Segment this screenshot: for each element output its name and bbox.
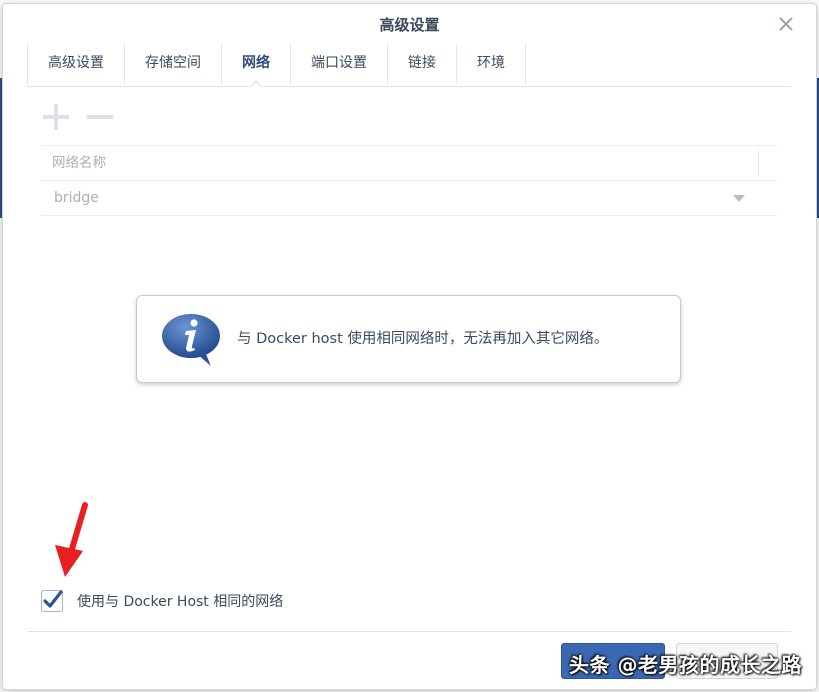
network-table: 网络名称 bridge <box>41 145 777 216</box>
add-network-button[interactable] <box>41 102 71 132</box>
tab-port-settings[interactable]: 端口设置 <box>291 44 388 84</box>
dialog-title: 高级设置 <box>379 16 440 34</box>
use-host-network-option: 使用与 Docker Host 相同的网络 <box>41 588 283 614</box>
close-icon <box>779 17 793 31</box>
column-separator <box>758 150 759 176</box>
info-message-text: 与 Docker host 使用相同网络时，无法再加入其它网络。 <box>237 331 609 347</box>
tab-bar: 高级设置 存储空间 网络 端口设置 链接 环境 <box>27 44 791 87</box>
use-host-network-checkbox[interactable] <box>41 590 63 612</box>
use-host-network-label[interactable]: 使用与 Docker Host 相同的网络 <box>77 591 283 611</box>
column-header-network-name: 网络名称 <box>41 145 777 181</box>
tab-environment[interactable]: 环境 <box>457 44 526 84</box>
tab-storage[interactable]: 存储空间 <box>125 44 222 84</box>
close-button[interactable] <box>776 14 796 34</box>
tab-links[interactable]: 链接 <box>388 44 457 84</box>
advanced-settings-dialog: 高级设置 高级设置 存储空间 网络 端口设置 链接 环境 网络名称 bridge… <box>2 3 817 690</box>
info-icon <box>162 314 220 366</box>
dropdown-caret-icon[interactable] <box>733 195 745 202</box>
plus-icon <box>43 104 69 130</box>
network-toolbar <box>41 102 115 132</box>
red-arrow-annotation-icon <box>55 502 88 577</box>
column-header-label: 网络名称 <box>52 155 106 171</box>
footer-divider <box>27 631 791 632</box>
remove-network-button[interactable] <box>85 102 115 132</box>
table-row[interactable]: bridge <box>41 181 777 216</box>
tab-advanced-settings[interactable]: 高级设置 <box>27 44 125 84</box>
watermark-text: 头条 @老男孩的成长之路 <box>569 653 802 677</box>
checkmark-icon <box>41 590 63 612</box>
tab-network[interactable]: 网络 <box>222 44 291 87</box>
info-message-box: 与 Docker host 使用相同网络时，无法再加入其它网络。 <box>136 295 681 383</box>
minus-icon <box>87 115 113 119</box>
network-name-value: bridge <box>54 190 99 206</box>
